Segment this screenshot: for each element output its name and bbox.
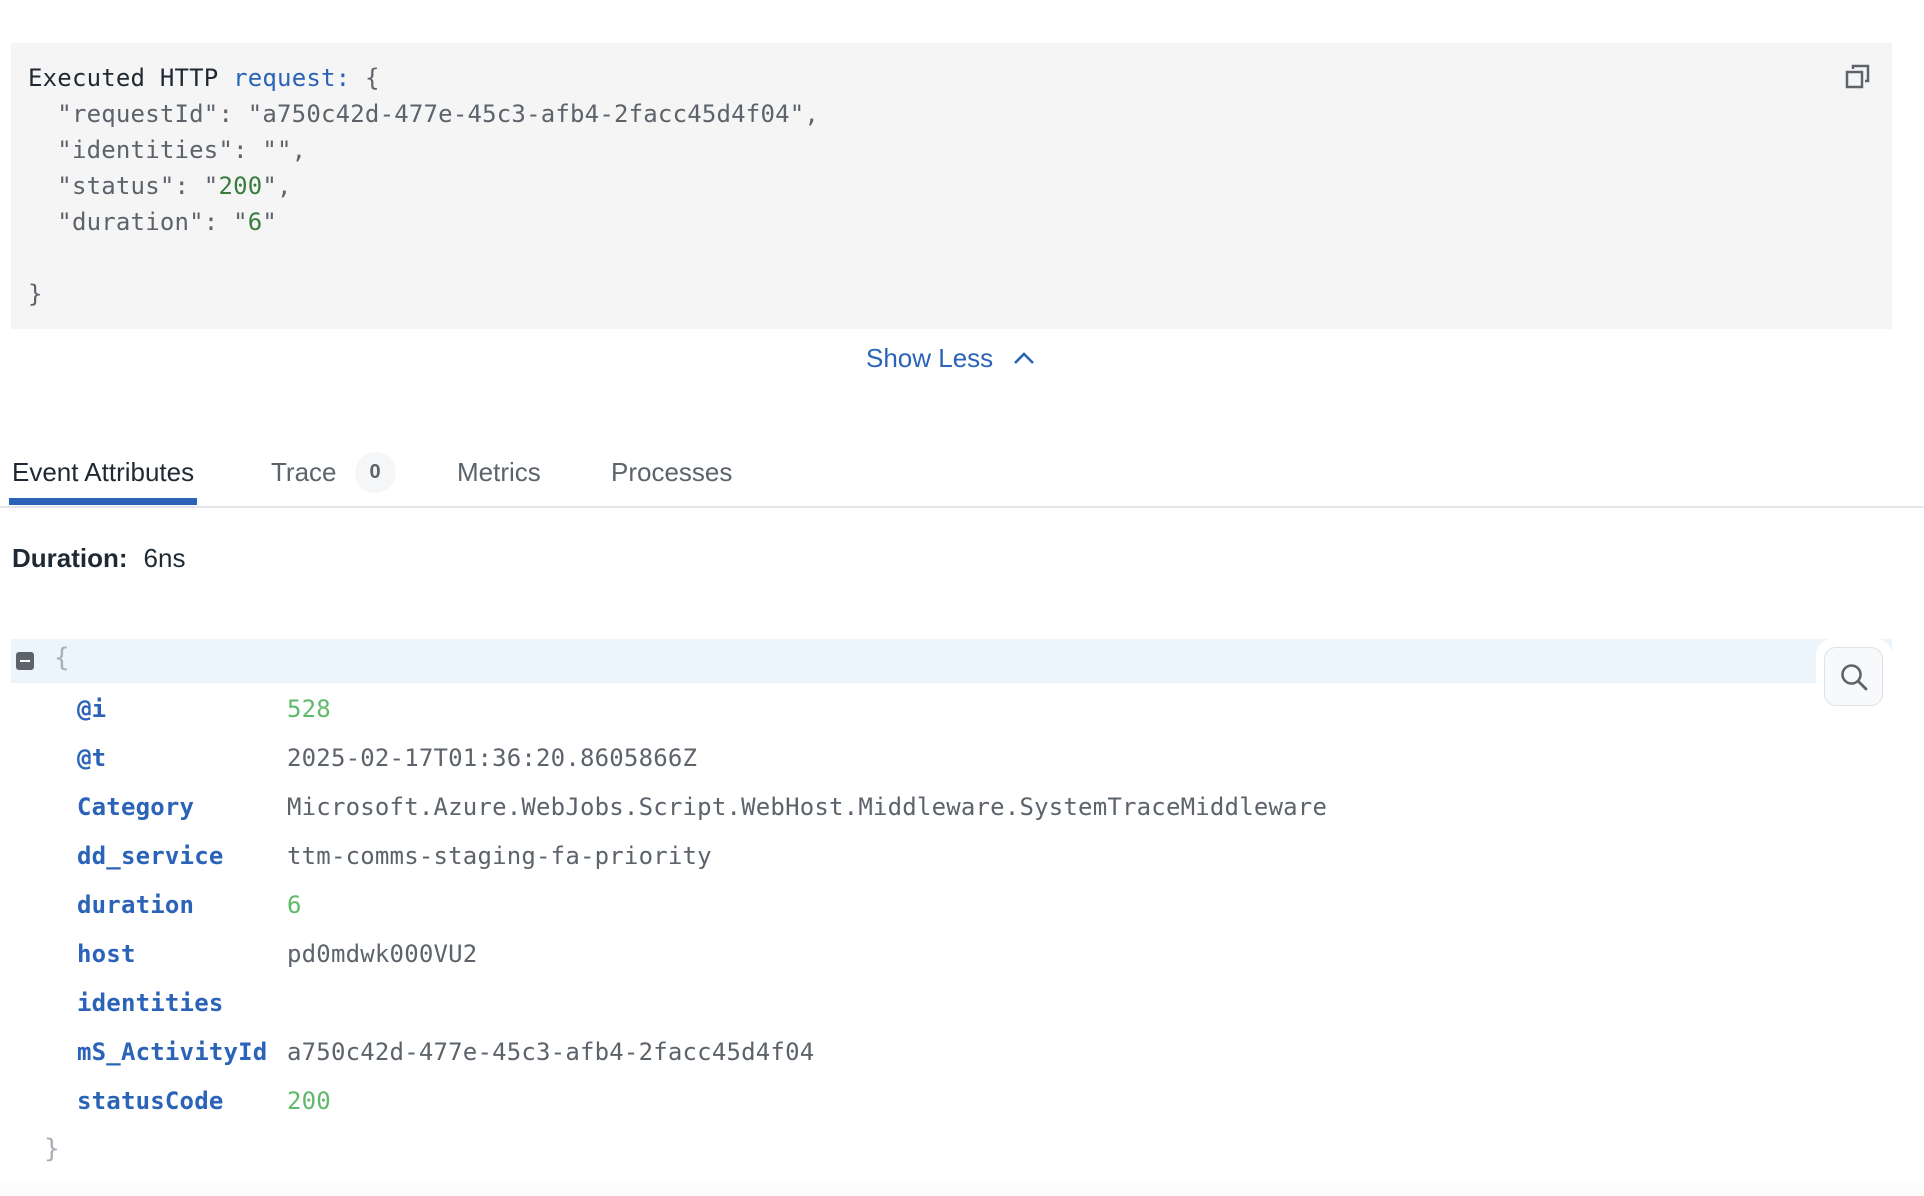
- tab-label: Event Attributes: [12, 456, 195, 487]
- code-token: "status": ": [28, 172, 219, 200]
- attribute-row: statusCode 200: [77, 1076, 1327, 1125]
- code-line: }: [28, 276, 819, 312]
- code-token: "requestId": "a750c42d-477e-45c3-afb4-2f…: [28, 100, 820, 128]
- show-less-button[interactable]: Show Less: [866, 340, 1035, 376]
- search-container: [1816, 639, 1892, 715]
- attribute-key[interactable]: host: [77, 940, 287, 968]
- attribute-row: @t 2025-02-17T01:36:20.8605866Z: [77, 733, 1327, 782]
- attribute-row: mS_ActivityId a750c42d-477e-45c3-afb4-2fa…: [77, 1027, 1327, 1076]
- show-less-label: Show Less: [866, 342, 994, 373]
- attribute-key[interactable]: @t: [77, 744, 287, 772]
- code-token: }: [28, 280, 43, 308]
- search-button[interactable]: [1824, 647, 1883, 706]
- attribute-value[interactable]: pd0mdwk000VU2: [287, 940, 477, 968]
- attribute-value[interactable]: 6: [287, 891, 302, 919]
- attribute-row: @i 528: [77, 684, 1327, 733]
- copy-button[interactable]: [1844, 63, 1872, 91]
- code-token: ": [262, 208, 278, 236]
- attribute-value[interactable]: 528: [287, 695, 331, 723]
- code-token: ",: [262, 172, 292, 200]
- attribute-key[interactable]: dd_service: [77, 842, 287, 870]
- attribute-key[interactable]: duration: [77, 891, 287, 919]
- attribute-row: identities: [77, 978, 1327, 1027]
- code-line: "status": "200",: [28, 168, 819, 204]
- code-line: "requestId": "a750c42d-477e-45c3-afb4-2f…: [28, 96, 819, 132]
- json-tree-header: {: [11, 639, 1892, 683]
- tab-event-attributes[interactable]: Event Attributes: [8, 440, 198, 505]
- attribute-key[interactable]: Category: [77, 793, 287, 821]
- code-line: Executed HTTP request: {: [28, 60, 819, 96]
- attribute-row: dd_service ttm-comms-staging-fa-priority: [77, 831, 1327, 880]
- code-token: Executed HTTP: [28, 64, 234, 92]
- attribute-key[interactable]: @i: [77, 695, 287, 723]
- code-token: 200: [218, 172, 263, 200]
- bottom-edge: [0, 1183, 1924, 1196]
- attribute-value[interactable]: 200: [287, 1087, 331, 1115]
- search-icon: [1840, 663, 1867, 690]
- tab-bar: Event Attributes Trace 0 Metrics Process…: [0, 440, 1924, 508]
- attribute-value[interactable]: 2025-02-17T01:36:20.8605866Z: [287, 744, 697, 772]
- tab-processes[interactable]: Processes: [611, 440, 732, 504]
- attribute-key[interactable]: mS_ActivityId: [77, 1038, 287, 1066]
- tab-label: Processes: [611, 456, 733, 487]
- code-line: "identities": "",: [28, 132, 819, 168]
- log-message-text: Executed HTTP request: { "requestId": "a…: [28, 60, 819, 312]
- attribute-value[interactable]: Microsoft.Azure.WebJobs.Script.WebHost.M…: [287, 793, 1327, 821]
- attribute-row: host pd0mdwk000VU2: [77, 929, 1327, 978]
- tab-metrics[interactable]: Metrics: [457, 440, 541, 504]
- code-token: 6: [247, 208, 263, 236]
- attribute-value[interactable]: ttm-comms-staging-fa-priority: [287, 842, 712, 870]
- chevron-up-icon: [1014, 352, 1035, 364]
- attribute-list: @i 528 @t 2025-02-17T01:36:20.8605866Z Categ…: [77, 684, 1327, 1125]
- close-brace: }: [44, 1134, 60, 1164]
- code-token: {: [350, 64, 380, 92]
- attribute-key[interactable]: statusCode: [77, 1087, 287, 1115]
- code-token: "identities": "",: [28, 136, 307, 164]
- tab-label: Metrics: [457, 456, 541, 487]
- attribute-key[interactable]: identities: [77, 989, 287, 1017]
- attribute-row: duration 6: [77, 880, 1327, 929]
- copy-icon: [1845, 64, 1870, 89]
- duration-summary: Duration: 6ns: [12, 540, 185, 576]
- tab-label: Trace: [271, 456, 337, 487]
- log-message-block: Executed HTTP request: { "requestId": "a…: [11, 43, 1892, 329]
- open-brace: {: [54, 643, 70, 673]
- code-line: "duration": "6": [28, 204, 819, 240]
- code-token: request:: [233, 64, 351, 92]
- trace-count-badge: 0: [354, 451, 396, 493]
- attribute-value[interactable]: a750c42d-477e-45c3-afb4-2facc45d4f04: [287, 1038, 814, 1066]
- attribute-row: Category Microsoft.Azure.WebJobs.Script.W…: [77, 782, 1327, 831]
- duration-value: 6ns: [143, 542, 186, 573]
- collapse-icon[interactable]: [16, 652, 34, 670]
- tab-trace[interactable]: Trace 0: [271, 440, 396, 504]
- duration-label: Duration:: [12, 542, 128, 573]
- code-token: "duration": ": [28, 208, 248, 236]
